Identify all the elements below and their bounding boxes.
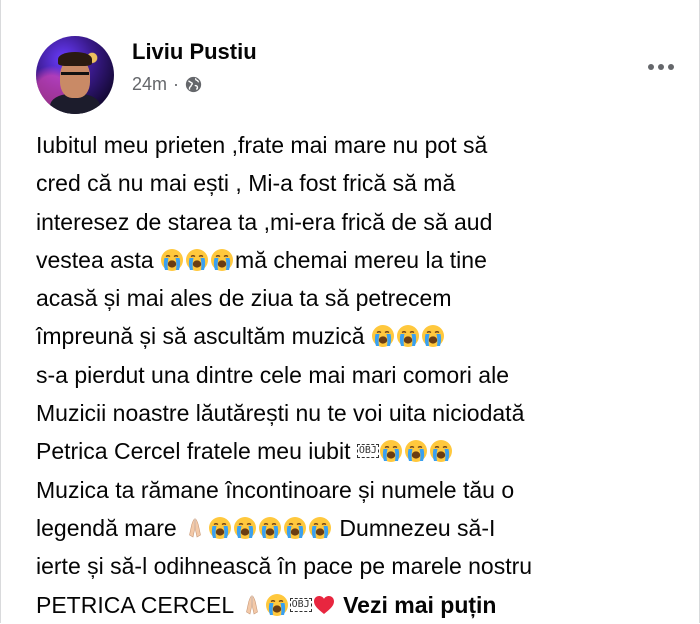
text-line: acasă și mai ales de ziua ta să petrecem: [36, 285, 452, 312]
separator-dot: ·: [173, 74, 180, 94]
crying-face-emoji: [211, 248, 234, 271]
facebook-post: Liviu Pustiu 24m · Iubitul meu prieten ,…: [0, 0, 700, 623]
crying-face-emoji: [371, 325, 394, 348]
object-replacement-glyph: OBJ: [356, 444, 379, 459]
text-line: Petrica Cercel fratele meu iubit OBJ: [36, 432, 686, 470]
crying-face-emoji: [265, 593, 288, 616]
see-less-link[interactable]: Vezi mai puțin: [343, 592, 496, 618]
post-timestamp[interactable]: 24m: [132, 74, 167, 95]
crying-face-emoji: [309, 516, 332, 539]
crying-face-emoji: [396, 325, 419, 348]
avatar[interactable]: [36, 36, 114, 114]
text-line: cred că nu mai ești , Mi-a fost frică să…: [36, 170, 456, 197]
folded-hands-emoji: [245, 594, 258, 615]
more-options-icon[interactable]: [648, 64, 674, 70]
crying-face-emoji: [421, 325, 444, 348]
crying-face-emoji: [404, 440, 427, 463]
crying-face-emoji: [429, 440, 452, 463]
object-replacement-glyph: OBJ: [289, 597, 312, 612]
text-line: Muzica ta rămane încontinoare și numele …: [36, 476, 515, 503]
globe-icon[interactable]: [185, 76, 202, 93]
post-subline: 24m ·: [132, 74, 257, 95]
folded-hands-emoji: [189, 518, 201, 538]
crying-face-emoji: [186, 248, 209, 271]
text-line: vestea asta mă chemai mereu la tine: [36, 246, 487, 273]
crying-face-emoji: [234, 516, 257, 539]
red-heart-emoji: [313, 595, 334, 614]
text-line: împreună și să ascultăm muzică: [36, 317, 686, 355]
crying-face-emoji: [259, 516, 282, 539]
post-text: Iubitul meu prieten ,frate mai mare nu p…: [36, 126, 686, 624]
crying-face-emoji: [161, 248, 184, 271]
text-line: PETRICA CERCEL OBJ Vezi mai puțin: [36, 591, 497, 618]
left-border: [0, 0, 1, 623]
post-header: Liviu Pustiu 24m ·: [36, 36, 257, 114]
text-line: legendă mare Dumnezeu să-I: [36, 514, 496, 541]
text-line: Iubitul meu prieten ,frate mai mare nu p…: [36, 132, 488, 158]
author-name[interactable]: Liviu Pustiu: [132, 38, 257, 66]
crying-face-emoji: [284, 516, 307, 539]
text-line: Muzicii noastre lăutărești nu te voi uit…: [36, 400, 525, 427]
text-line: ierte și să-l odihnească în pace pe mare…: [36, 553, 533, 580]
crying-face-emoji: [379, 440, 402, 463]
text-line: s-a pierdut una dintre cele mai mari com…: [36, 361, 509, 388]
text-line: interesez de starea ta ,mi-era frică de …: [36, 208, 493, 235]
post-meta: Liviu Pustiu 24m ·: [132, 38, 257, 95]
crying-face-emoji: [209, 516, 232, 539]
